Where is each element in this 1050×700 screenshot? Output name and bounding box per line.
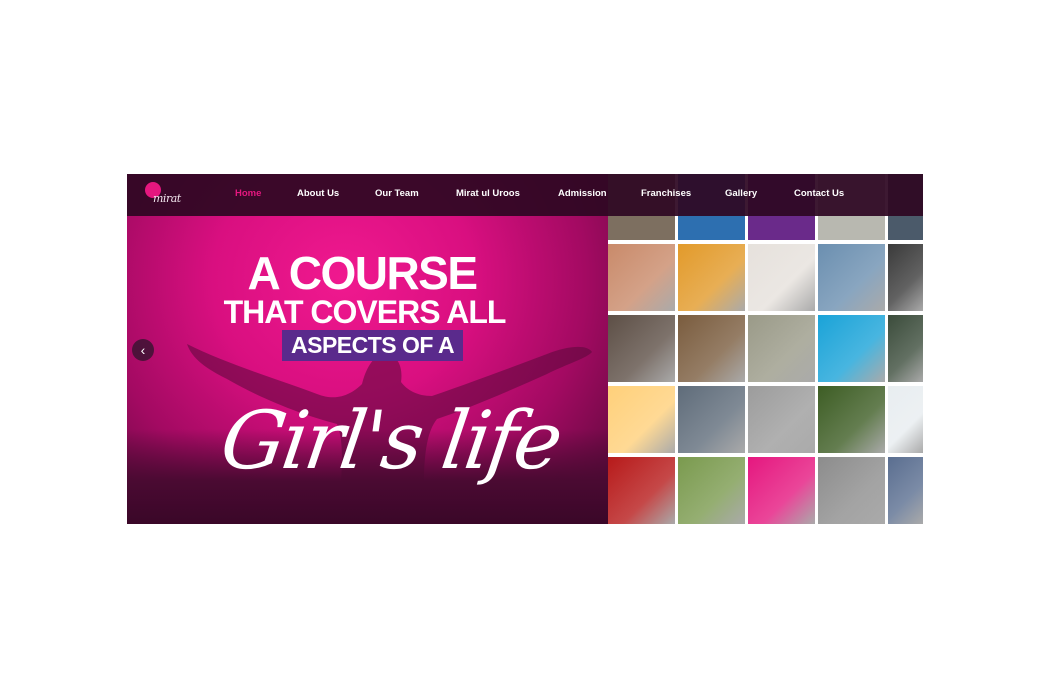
presentation-tile[interactable]	[888, 457, 923, 524]
headline-line3: ASPECTS OF A	[282, 330, 464, 361]
bar-chart-tile[interactable]	[748, 244, 815, 311]
script-title: Girl's life	[215, 394, 566, 487]
pink-tile[interactable]	[748, 457, 815, 524]
first-aid-tile[interactable]	[888, 386, 923, 453]
nav-item-admission[interactable]: Admission	[558, 188, 607, 199]
gallery-grid	[608, 174, 923, 524]
logo-script: mirat	[153, 192, 181, 205]
headline-line1: A COURSE	[247, 247, 478, 299]
pills-tile[interactable]	[608, 457, 675, 524]
nav-item-franchises[interactable]: Franchises	[641, 188, 691, 199]
hero-left-panel: A COURSE THAT COVERS ALL ASPECTS OF A Gi…	[127, 174, 608, 524]
nav-item-home[interactable]: Home	[235, 188, 261, 199]
swimming-tile[interactable]	[818, 315, 885, 382]
workshop-tile[interactable]	[678, 386, 745, 453]
fruits-tile[interactable]	[678, 244, 745, 311]
nav-item-about-us[interactable]: About Us	[297, 188, 339, 199]
brand-logo[interactable]: mirat	[145, 182, 189, 210]
chevron-left-icon[interactable]: ‹	[132, 339, 154, 361]
nav-item-contact-us[interactable]: Contact Us	[794, 188, 844, 199]
coins-jar-tile[interactable]	[748, 315, 815, 382]
top-navbar: mirat Home About Us Our Team Mirat ul Uroos…	[127, 174, 923, 216]
yoga-tile[interactable]	[678, 457, 745, 524]
brain-hand-tile[interactable]	[748, 386, 815, 453]
fitness-tile[interactable]	[818, 386, 885, 453]
cooking-tile[interactable]	[678, 315, 745, 382]
nav-item-mirat-ul-uroos[interactable]: Mirat ul Uroos	[456, 188, 520, 199]
scooter-rider-tile[interactable]	[818, 244, 885, 311]
headline-line2: THAT COVERS ALL	[223, 294, 507, 330]
device-hand-tile[interactable]	[888, 315, 923, 382]
nav-item-our-team[interactable]: Our Team	[375, 188, 419, 199]
hand-tools-tile[interactable]	[608, 315, 675, 382]
hero-banner: A COURSE THAT COVERS ALL ASPECTS OF A Gi…	[127, 174, 923, 524]
lightbulb-tile[interactable]	[608, 386, 675, 453]
court-gavel-tile[interactable]	[818, 457, 885, 524]
woman-face-tile[interactable]	[608, 244, 675, 311]
nav-item-gallery[interactable]: Gallery	[725, 188, 757, 199]
phone-call-tile[interactable]	[888, 244, 923, 311]
